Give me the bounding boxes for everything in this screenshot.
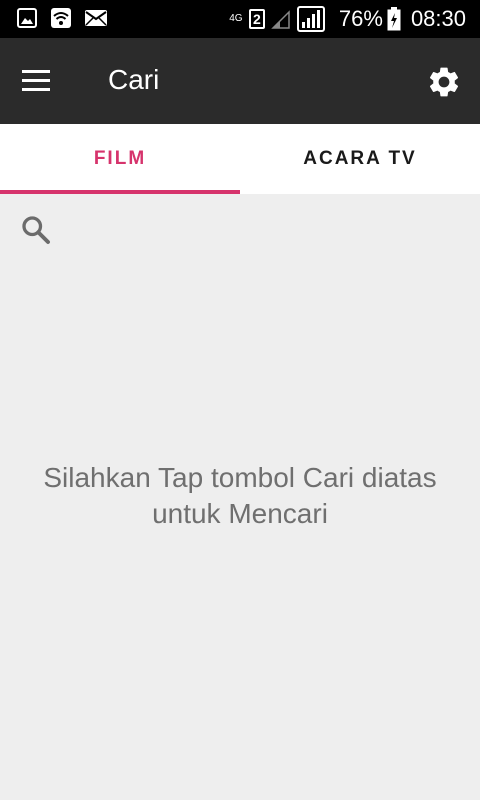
gear-icon[interactable]	[426, 64, 462, 100]
search-icon[interactable]	[18, 212, 54, 248]
status-clock: 08:30	[410, 6, 466, 31]
tab-acara-tv[interactable]: ACARA TV	[240, 124, 480, 194]
tab-film[interactable]: FILM	[0, 124, 240, 194]
tab-bar: FILM ACARA TV	[0, 124, 480, 194]
signal-icon	[271, 10, 290, 29]
empty-state-message: Silahkan Tap tombol Cari diatas untuk Me…	[43, 462, 437, 529]
status-bar: 4G 2 76% 08:30	[0, 0, 480, 38]
app-screen: 4G 2 76% 08:30 Cari FILM ACARA TV Silahk…	[0, 0, 480, 800]
tab-label: FILM	[93, 148, 147, 169]
wifi-icon	[50, 7, 72, 29]
mail-icon	[84, 7, 108, 29]
notification-icons	[16, 7, 108, 29]
search-results-area: Silahkan Tap tombol Cari diatas untuk Me…	[0, 194, 480, 800]
network-type-label: 4G	[229, 13, 243, 24]
sim-slot-badge: 2	[248, 9, 265, 29]
hamburger-menu-icon[interactable]	[14, 60, 58, 104]
image-icon	[16, 7, 38, 29]
app-bar: Cari	[0, 38, 480, 124]
system-indicators: 4G 2 76% 08:30	[227, 4, 466, 34]
battery-icon	[387, 7, 401, 31]
page-title: Cari	[108, 64, 160, 95]
tab-label: ACARA TV	[303, 148, 417, 169]
battery-percentage: 76%	[338, 6, 383, 31]
signal-icon	[296, 6, 325, 32]
